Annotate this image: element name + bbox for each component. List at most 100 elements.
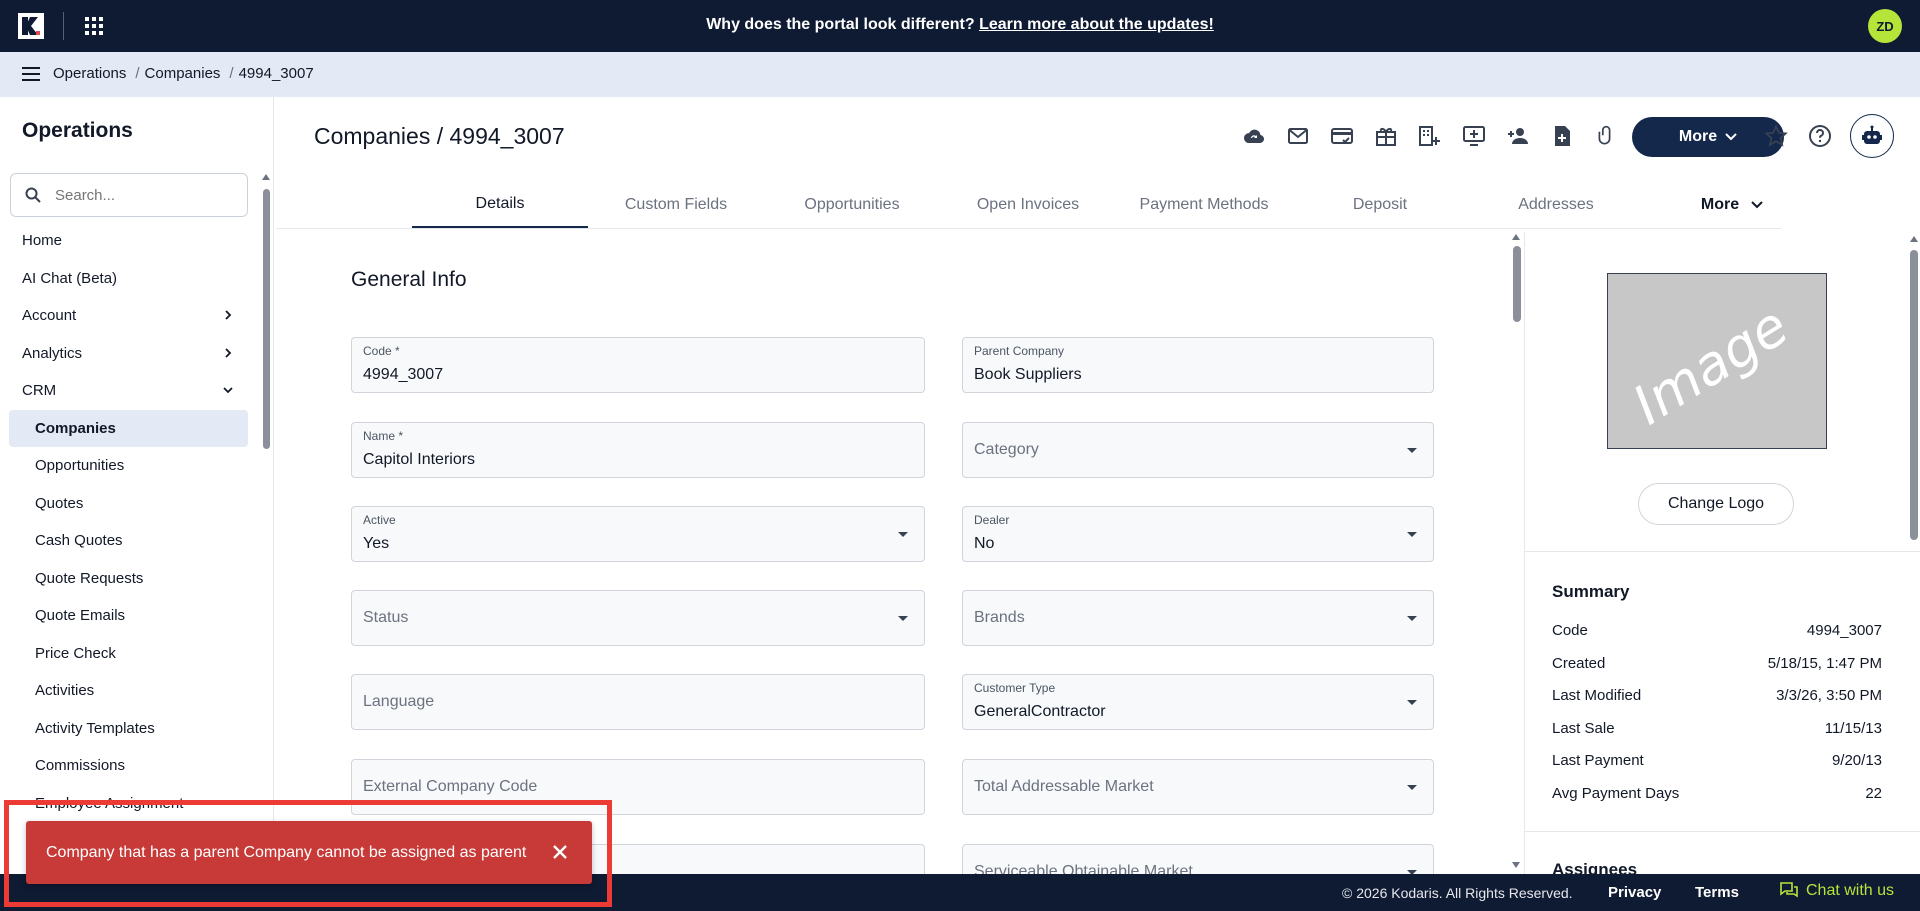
serviceable-obtainable-market-select[interactable]: Serviceable Obtainable Market xyxy=(962,844,1434,874)
close-icon[interactable] xyxy=(550,842,570,862)
favorite-star-icon[interactable] xyxy=(1764,124,1788,148)
sidebar-item-opportunities[interactable]: Opportunities xyxy=(0,447,258,485)
tab-details[interactable]: Details xyxy=(412,182,588,228)
parent-company-field[interactable]: Parent Company Book Suppliers xyxy=(962,337,1434,393)
tab-payment-methods[interactable]: Payment Methods xyxy=(1116,182,1292,228)
privacy-link[interactable]: Privacy xyxy=(1608,884,1661,901)
tab-label: Custom Fields xyxy=(624,196,728,213)
form-scrollbar-thumb[interactable] xyxy=(1513,246,1521,322)
form-scroll-down[interactable] xyxy=(1512,862,1520,868)
sidebar-item-ai-chat-beta[interactable]: AI Chat (Beta) xyxy=(0,260,258,298)
tab-deposit[interactable]: Deposit xyxy=(1292,182,1468,228)
menu-icon[interactable] xyxy=(22,66,40,82)
customer-type-select[interactable]: Customer Type GeneralContractor xyxy=(962,674,1434,730)
summary-panel: Image Change Logo Summary Code 4994_3007 C… xyxy=(1524,232,1920,874)
summary-scrollbar-thumb[interactable] xyxy=(1910,250,1918,540)
active-label: Active xyxy=(363,513,396,527)
person-add-icon[interactable] xyxy=(1496,116,1540,156)
tab-label: Open Invoices xyxy=(976,196,1080,213)
user-avatar[interactable]: ZD xyxy=(1868,9,1902,43)
total-addressable-market-select[interactable]: Total Addressable Market xyxy=(962,759,1434,815)
ai-assistant-button[interactable] xyxy=(1850,114,1894,158)
sidebar-item-label: Quote Emails xyxy=(35,607,126,625)
announcement-link[interactable]: Learn more about the updates! xyxy=(979,16,1214,33)
toast-message: Company that has a parent Company cannot… xyxy=(46,843,527,861)
caret-down-icon xyxy=(1407,616,1417,621)
cloud-sync-icon[interactable] xyxy=(1232,116,1276,156)
image-placeholder-text: Image xyxy=(1622,293,1799,438)
brands-select[interactable]: Brands xyxy=(962,590,1434,646)
sidebar-item-companies[interactable]: Companies xyxy=(9,409,248,447)
status-select[interactable]: Status xyxy=(351,590,925,646)
tab-label: Deposit xyxy=(1352,196,1408,213)
name-label: Name * xyxy=(363,429,404,443)
breadcrumb-operations[interactable]: Operations xyxy=(53,65,126,82)
sidebar-item-account[interactable]: Account xyxy=(0,297,258,335)
sidebar-item-label: Analytics xyxy=(22,344,83,362)
sidebar-item-commissions[interactable]: Commissions xyxy=(0,747,258,785)
dealer-label: Dealer xyxy=(974,513,1010,527)
record-toolbar xyxy=(1232,116,1628,156)
summary-key: Code xyxy=(1552,622,1588,639)
summary-scroll-up[interactable] xyxy=(1910,236,1918,242)
tab-more[interactable]: More xyxy=(1644,182,1820,228)
name-field[interactable]: Name * Capitol Interiors xyxy=(351,422,925,478)
sidebar-search[interactable] xyxy=(10,173,248,217)
tab-custom-fields[interactable]: Custom Fields xyxy=(588,182,764,228)
dealer-select[interactable]: Dealer No xyxy=(962,506,1434,562)
form-scroll-up[interactable] xyxy=(1512,234,1520,240)
caret-down-icon xyxy=(1407,785,1417,790)
sidebar-item-quotes[interactable]: Quotes xyxy=(0,485,258,523)
mail-icon[interactable] xyxy=(1276,116,1320,156)
terms-link[interactable]: Terms xyxy=(1695,884,1739,901)
sidebar-item-price-check[interactable]: Price Check xyxy=(0,635,258,673)
sidebar-item-crm[interactable]: CRM xyxy=(0,372,258,410)
summary-key: Last Modified xyxy=(1552,687,1642,704)
chevron-down-icon xyxy=(223,387,233,394)
breadcrumb-companies[interactable]: Companies xyxy=(145,65,221,82)
sidebar-item-quote-emails[interactable]: Quote Emails xyxy=(0,597,258,635)
note-add-icon[interactable] xyxy=(1540,116,1584,156)
help-icon[interactable] xyxy=(1808,124,1832,148)
add-to-screen-icon[interactable] xyxy=(1452,116,1496,156)
summary-value: 11/15/13 xyxy=(1824,719,1882,737)
sidebar-item-activity-templates[interactable]: Activity Templates xyxy=(0,710,258,748)
category-select[interactable]: Category xyxy=(962,422,1434,478)
card-check-icon[interactable] xyxy=(1320,116,1364,156)
status-placeholder: Status xyxy=(363,609,409,626)
company-logo-placeholder: Image xyxy=(1607,273,1827,449)
parent-company-value: Book Suppliers xyxy=(974,366,1082,383)
summary-value: 5/18/15, 1:47 PM xyxy=(1767,654,1882,672)
sidebar-search-input[interactable] xyxy=(55,186,235,204)
sidebar-scroll-up[interactable] xyxy=(262,174,270,180)
sidebar-item-cash-quotes[interactable]: Cash Quotes xyxy=(0,522,258,560)
chat-with-us-button[interactable]: Chat with us xyxy=(1780,882,1894,900)
tab-label: More xyxy=(1700,196,1740,213)
tab-opportunities[interactable]: Opportunities xyxy=(764,182,940,228)
sidebar-item-label: Account xyxy=(22,307,77,325)
sidebar: Operations Home AI Chat (Beta) Account Anal… xyxy=(0,97,274,874)
sidebar-nav: Home AI Chat (Beta) Account Analytics CRM Com… xyxy=(0,222,258,822)
change-logo-button[interactable]: Change Logo xyxy=(1638,483,1794,525)
code-field[interactable]: Code * 4994_3007 xyxy=(351,337,925,393)
breadcrumb-current: 4994_3007 xyxy=(238,65,314,82)
tab-label: Details xyxy=(475,195,525,212)
sidebar-item-activities[interactable]: Activities xyxy=(0,672,258,710)
more-actions-button[interactable]: More xyxy=(1632,117,1784,157)
gift-icon[interactable] xyxy=(1364,116,1408,156)
tab-addresses[interactable]: Addresses xyxy=(1468,182,1644,228)
sidebar-item-home[interactable]: Home xyxy=(0,222,258,260)
tab-open-invoices[interactable]: Open Invoices xyxy=(940,182,1116,228)
language-field[interactable]: Language xyxy=(351,674,925,730)
caret-down-icon xyxy=(1407,700,1417,705)
sidebar-scrollbar-thumb[interactable] xyxy=(263,189,270,449)
sidebar-item-analytics[interactable]: Analytics xyxy=(0,335,258,373)
name-value: Capitol Interiors xyxy=(363,451,476,468)
building-add-icon[interactable] xyxy=(1408,116,1452,156)
summary-key: Avg Payment Days xyxy=(1552,784,1680,802)
announcement-text: Why does the portal look different? xyxy=(706,16,975,33)
attachment-icon[interactable] xyxy=(1584,116,1628,156)
summary-key: Created xyxy=(1552,654,1606,672)
sidebar-item-quote-requests[interactable]: Quote Requests xyxy=(0,560,258,598)
active-select[interactable]: Active Yes xyxy=(351,506,925,562)
